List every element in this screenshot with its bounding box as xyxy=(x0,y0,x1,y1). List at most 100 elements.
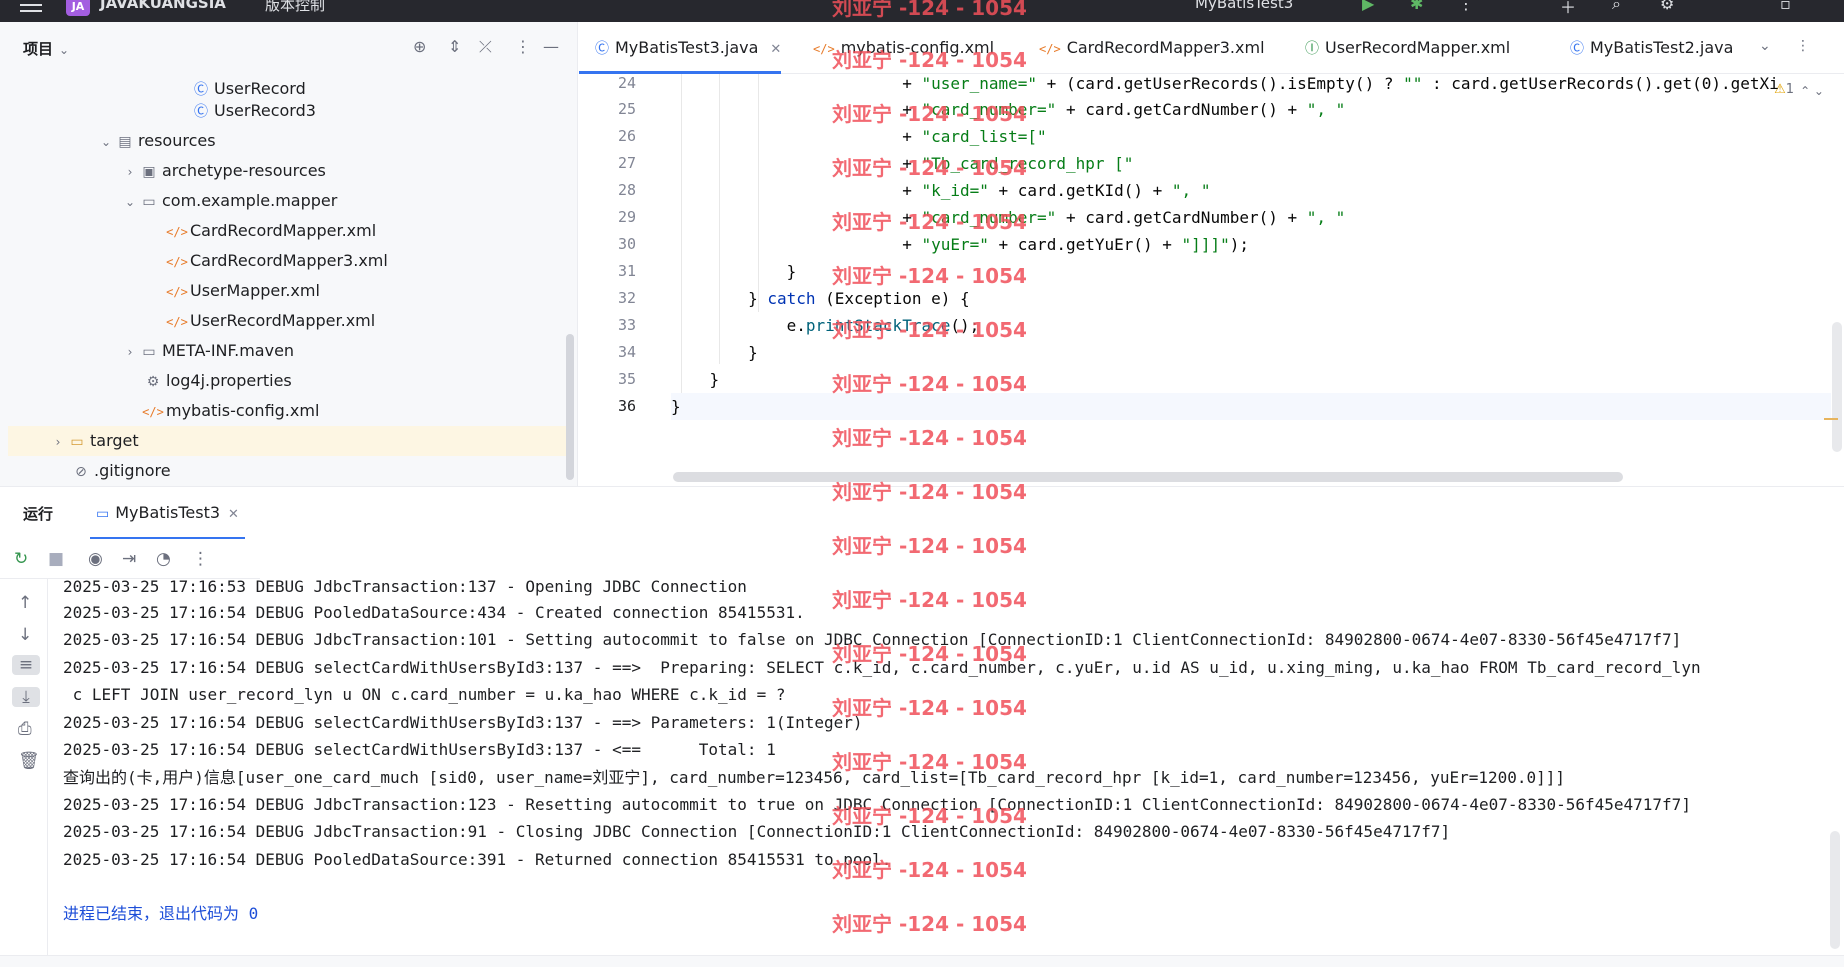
interface-icon: Ⓘ xyxy=(1305,41,1319,57)
tree-item-label: com.example.mapper xyxy=(162,191,338,210)
rerun-icon[interactable]: ↻ xyxy=(14,549,28,569)
watermark: 刘亚宁 -124 - 1054 xyxy=(832,48,1027,72)
camera-icon[interactable]: ◉ xyxy=(88,549,103,569)
arrow-down-icon[interactable]: ↓ xyxy=(18,625,32,645)
tree-item-label: resources xyxy=(138,131,216,150)
project-switcher[interactable]: JAVAKUANGSIA xyxy=(100,0,226,12)
tree-item-com-example-mapper[interactable]: ⌄ ▭ com.example.mapper xyxy=(8,186,570,216)
chevron-down-icon[interactable]: ⌄ xyxy=(98,127,114,157)
tab-label: CardRecordMapper3.xml xyxy=(1066,38,1265,57)
tree-item-resources[interactable]: ⌄ ▤ resources xyxy=(8,126,570,156)
run-tab-mybatistest3[interactable]: ▭ MyBatisTest3 ✕ xyxy=(90,487,245,539)
tree-item-label: target xyxy=(90,431,139,450)
more-actions-icon[interactable]: ⋮ xyxy=(1458,0,1474,13)
watermark: 刘亚宁 -124 - 1054 xyxy=(832,642,1027,666)
tree-item-label: mybatis-config.xml xyxy=(166,401,320,420)
project-panel-title: 项目 xyxy=(23,40,54,58)
expand-all-icon[interactable]: ⇕ xyxy=(448,37,461,56)
tree-item-userrecord3[interactable]: Ⓒ UserRecord3 xyxy=(8,96,570,126)
tree-item-usermapper-xml[interactable]: </> UserMapper.xml xyxy=(8,276,570,306)
debug-icon[interactable]: ✱ xyxy=(1410,0,1423,13)
exit-icon[interactable]: ⇥ xyxy=(122,549,136,569)
chevron-right-icon[interactable]: › xyxy=(122,157,138,187)
run-toolbar: ↻ ■ ◉ ⇥ ◔ ⋮ xyxy=(0,539,260,579)
xml-icon: </> xyxy=(166,255,188,269)
print-icon[interactable]: ⎙ xyxy=(18,719,32,739)
tab-options-icon[interactable]: ⋮ xyxy=(1796,38,1810,54)
code-line: } xyxy=(671,393,1831,420)
vcs-menu[interactable]: 版本控制 xyxy=(265,0,325,15)
xml-icon: </> xyxy=(142,405,164,419)
stop-icon[interactable]: ■ xyxy=(48,549,64,569)
tree-item-label: CardRecordMapper3.xml xyxy=(190,251,388,270)
console-scrollbar[interactable] xyxy=(1830,831,1840,949)
tab-mybatistest2-java[interactable]: Ⓒ MyBatisTest2.java xyxy=(1554,22,1733,74)
close-icon[interactable]: ✕ xyxy=(228,507,239,522)
watermark: 刘亚宁 -124 - 1054 xyxy=(832,156,1027,180)
project-panel: 项目 ⌄ ⊕ ⇕ ⤫ ⋮ — Ⓒ UserRecord Ⓒ UserRecord3 ⌄… xyxy=(0,22,578,486)
watermark: 刘亚宁 -124 - 1054 xyxy=(832,372,1027,396)
search-icon[interactable]: ⌕ xyxy=(1612,0,1621,14)
line-number: 31 xyxy=(617,262,636,280)
soft-wrap-icon[interactable]: ≡ xyxy=(12,655,40,675)
chevron-down-icon: ⌄ xyxy=(59,43,70,57)
tab-userrecordmapper-java[interactable]: Ⓘ UserRecordMapper.xml xyxy=(1289,22,1510,74)
watermark: 刘亚宁 -124 - 1054 xyxy=(832,696,1027,720)
tree-item-log4j-properties[interactable]: ⚙ log4j.properties xyxy=(8,366,570,396)
arrow-up-icon[interactable]: ↑ xyxy=(18,593,32,613)
folder-icon: ▭ xyxy=(70,434,84,450)
options-icon[interactable]: ⋮ xyxy=(515,37,531,56)
tree-item-gitignore[interactable]: ⊘ .gitignore xyxy=(8,456,570,486)
add-user-icon[interactable]: ＋ xyxy=(1560,0,1576,18)
line-number: 28 xyxy=(617,181,636,199)
close-icon[interactable]: ✕ xyxy=(770,42,781,57)
main-menu-icon[interactable] xyxy=(20,0,42,16)
tree-item-label: UserRecordMapper.xml xyxy=(190,311,376,330)
tab-mybatistest3-java[interactable]: Ⓒ MyBatisTest3.java ✕ xyxy=(579,22,782,74)
watermark: 刘亚宁 -124 - 1054 xyxy=(832,318,1027,342)
editor-vertical-scrollbar[interactable] xyxy=(1832,322,1842,452)
tree-item-meta-inf-maven[interactable]: › ▭ META-INF.maven xyxy=(8,336,570,366)
xml-icon: </> xyxy=(166,225,188,239)
line-number: 34 xyxy=(617,343,636,361)
class-icon: Ⓒ xyxy=(595,41,609,57)
tab-label: MyBatisTest2.java xyxy=(1590,38,1734,57)
chevron-down-icon[interactable]: ⌄ xyxy=(1759,38,1771,54)
run-config-selector[interactable]: MyBatisTest3 xyxy=(1195,0,1293,12)
project-tree-scrollbar[interactable] xyxy=(566,334,574,480)
tree-item-label: archetype-resources xyxy=(162,161,326,180)
tree-item-label: UserMapper.xml xyxy=(190,281,320,300)
tree-item-cardrecordmapper-xml[interactable]: </> CardRecordMapper.xml xyxy=(8,216,570,246)
settings-gear-icon[interactable]: ⚙ xyxy=(1660,0,1674,13)
coverage-icon[interactable]: ◔ xyxy=(156,549,171,569)
class-icon: Ⓒ xyxy=(1570,41,1584,57)
scroll-to-end-icon[interactable]: ⤓ xyxy=(12,687,40,707)
collapse-all-icon[interactable]: ⤫ xyxy=(479,37,492,57)
tree-item-archetype-resources[interactable]: › ▣ archetype-resources xyxy=(8,156,570,186)
project-badge[interactable]: JA xyxy=(66,0,90,16)
more-options-icon[interactable]: ⋮ xyxy=(192,549,209,569)
editor-horizontal-scrollbar[interactable] xyxy=(673,472,1623,482)
line-number: 30 xyxy=(617,235,636,253)
locate-file-icon[interactable]: ⊕ xyxy=(413,37,426,56)
tab-cardrecordmapper3-xml[interactable]: </> CardRecordMapper3.xml xyxy=(1023,22,1265,74)
watermark: 刘亚宁 -124 - 1054 xyxy=(832,588,1027,612)
line-number: 27 xyxy=(617,154,636,172)
project-view-selector[interactable]: 项目 ⌄ xyxy=(23,38,69,59)
tree-item-cardrecordmapper3-xml[interactable]: </> CardRecordMapper3.xml xyxy=(8,246,570,276)
watermark: 刘亚宁 -124 - 1054 xyxy=(832,426,1027,450)
hide-panel-icon[interactable]: — xyxy=(543,37,559,56)
tree-item-userrecordmapper-xml[interactable]: </> UserRecordMapper.xml xyxy=(8,306,570,336)
tree-item-mybatis-config-xml[interactable]: </> mybatis-config.xml xyxy=(8,396,570,426)
trash-icon[interactable]: 🗑 xyxy=(18,751,40,771)
tree-item-target[interactable]: › ▭ target xyxy=(8,426,570,456)
run-icon[interactable]: ▶ xyxy=(1362,0,1374,13)
line-number-gutter: 24 25 26 27 28 29 30 31 32 33 34 35 36 xyxy=(579,74,671,486)
xml-icon: </> xyxy=(166,285,188,299)
chevron-down-icon[interactable]: ⌄ xyxy=(122,187,138,217)
window-control-icon[interactable]: ▫ xyxy=(1780,0,1791,13)
line-number: 32 xyxy=(617,289,636,307)
folder-icon: ▣ xyxy=(142,164,156,180)
chevron-right-icon[interactable]: › xyxy=(122,337,138,367)
chevron-right-icon[interactable]: › xyxy=(50,427,66,457)
